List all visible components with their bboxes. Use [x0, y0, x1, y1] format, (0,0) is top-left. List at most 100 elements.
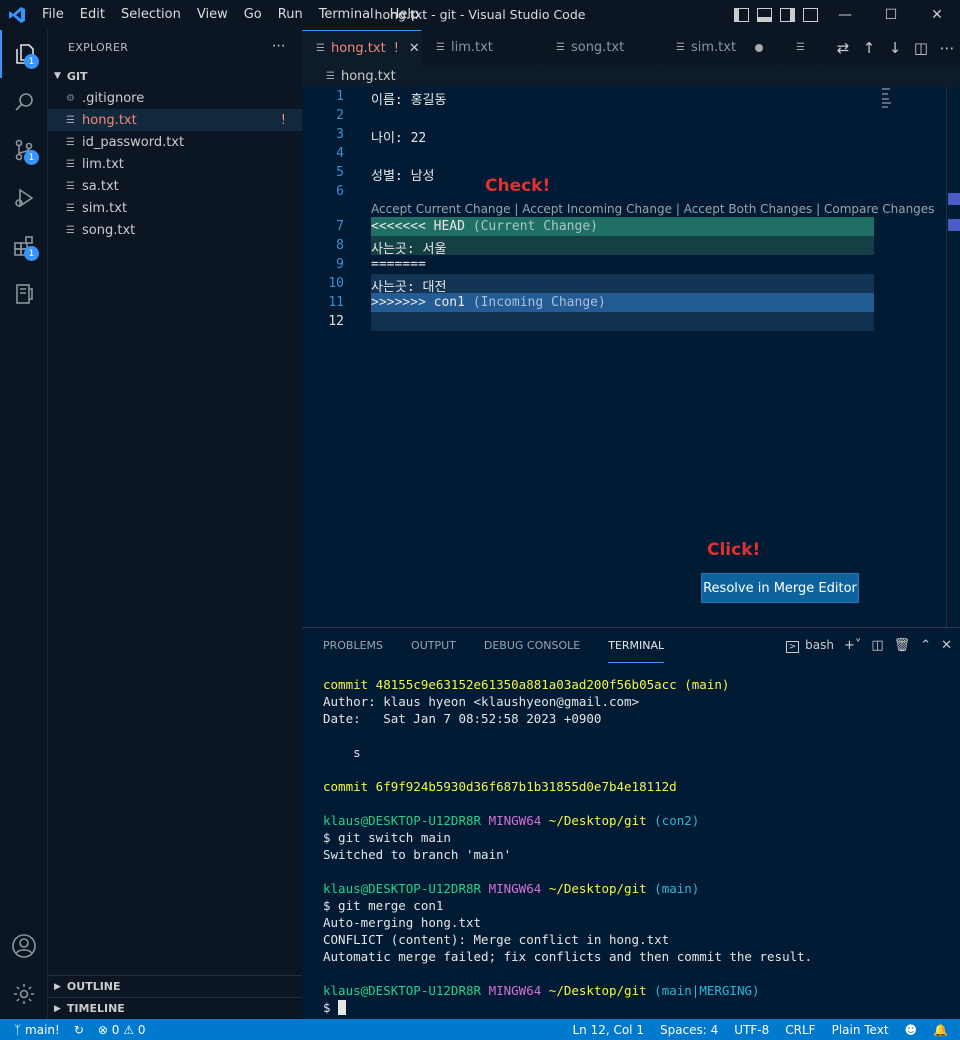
- branch-status[interactable]: ᛉ main!: [14, 1023, 60, 1037]
- open-changes-icon[interactable]: ⇄: [830, 39, 856, 57]
- sync-icon[interactable]: ↻: [74, 1023, 84, 1037]
- line-number: 11: [328, 295, 344, 310]
- terminal-prompt: $: [323, 1000, 331, 1015]
- new-terminal-icon[interactable]: +˅: [844, 638, 861, 653]
- problems-status[interactable]: ⊗ 0 ⚠ 0: [98, 1023, 146, 1037]
- toggle-sidebar-icon[interactable]: [734, 8, 749, 22]
- terminal-text: (main): [684, 677, 730, 692]
- timeline-section[interactable]: ▶ TIMELINE: [48, 997, 302, 1019]
- accept-incoming-link[interactable]: Accept Incoming Change: [522, 202, 672, 216]
- feedback-icon[interactable]: ☻: [905, 1023, 918, 1037]
- more-actions-icon[interactable]: ⋯: [272, 38, 286, 54]
- notifications-bell-icon[interactable]: 🔔: [933, 1023, 948, 1037]
- explorer-header: EXPLORER ⋯: [48, 30, 302, 65]
- cursor-position[interactable]: Ln 12, Col 1: [572, 1023, 644, 1037]
- file-sim[interactable]: ☰ sim.txt: [48, 197, 302, 219]
- codelens-sep: |: [672, 202, 684, 216]
- chevron-right-icon: ▶: [54, 1003, 61, 1014]
- line-number: 1: [336, 89, 344, 104]
- tab-terminal[interactable]: TERMINAL: [608, 628, 665, 663]
- search-icon[interactable]: [0, 78, 48, 126]
- conflict-marker: !: [280, 112, 286, 128]
- conflict-marker-text: >>>>>>> con1: [371, 295, 465, 310]
- menu-help[interactable]: Help: [382, 0, 428, 30]
- file-lim[interactable]: ☰ lim.txt: [48, 153, 302, 175]
- file-icon: ☰: [676, 42, 685, 53]
- close-window-icon[interactable]: ✕: [914, 0, 960, 30]
- menu-go[interactable]: Go: [236, 0, 270, 30]
- terminal-branch: (con2): [654, 813, 700, 828]
- terminal-text: commit 6f9f924b5930d36f687b1b31855d0e7b4…: [323, 779, 677, 794]
- file-id-password[interactable]: ☰ id_password.txt: [48, 131, 302, 153]
- menu-selection[interactable]: Selection: [113, 0, 189, 30]
- line-number: 3: [336, 127, 344, 142]
- previous-conflict-icon[interactable]: ↑: [856, 39, 882, 57]
- source-control-icon[interactable]: 1: [0, 126, 48, 174]
- tab-lim[interactable]: ☰ lim.txt: [422, 30, 542, 65]
- explorer-icon[interactable]: 1: [0, 30, 48, 78]
- terminal-branch: (main|MERGING): [654, 983, 760, 998]
- file-gitignore[interactable]: ⚙ .gitignore: [48, 87, 302, 109]
- tab-song[interactable]: ☰ song.txt: [542, 30, 662, 65]
- menu-edit[interactable]: Edit: [72, 0, 113, 30]
- menu-terminal[interactable]: Terminal: [311, 0, 382, 30]
- window-controls: — ☐ ✕: [822, 0, 960, 30]
- menu-file[interactable]: File: [34, 0, 72, 30]
- toggle-panel-icon[interactable]: [757, 8, 772, 22]
- trash-icon[interactable]: 🗑: [894, 638, 911, 653]
- tab-output[interactable]: OUTPUT: [411, 628, 456, 663]
- menu-run[interactable]: Run: [270, 0, 311, 30]
- manage-gear-icon[interactable]: [0, 970, 48, 1018]
- current-change-note: (Current Change): [472, 219, 598, 234]
- next-conflict-icon[interactable]: ↓: [882, 39, 908, 57]
- extensions-icon[interactable]: 1: [0, 222, 48, 270]
- file-sa[interactable]: ☰ sa.txt: [48, 175, 302, 197]
- split-editor-icon[interactable]: ◫: [908, 39, 934, 57]
- encoding[interactable]: UTF-8: [734, 1023, 769, 1037]
- breadcrumb-file[interactable]: hong.txt: [341, 69, 396, 84]
- file-song[interactable]: ☰ song.txt: [48, 219, 302, 241]
- more-actions-icon[interactable]: ⋯: [934, 39, 960, 57]
- language-mode[interactable]: Plain Text: [832, 1023, 889, 1037]
- customize-layout-icon[interactable]: [803, 8, 818, 22]
- accept-current-link[interactable]: Accept Current Change: [371, 202, 511, 216]
- folder-git[interactable]: ▼ GIT: [48, 65, 302, 87]
- editor-scrollbar[interactable]: [946, 87, 960, 627]
- tab-hong[interactable]: ☰ hong.txt ! ✕: [302, 30, 422, 65]
- terminal-shell-selector[interactable]: > bash: [785, 638, 834, 653]
- file-label: hong.txt: [82, 112, 137, 128]
- file-hong[interactable]: ☰ hong.txt !: [48, 109, 302, 131]
- accept-both-link[interactable]: Accept Both Changes: [684, 202, 813, 216]
- maximize-panel-icon[interactable]: ⌃: [920, 638, 931, 653]
- split-terminal-icon[interactable]: ◫: [871, 638, 883, 653]
- minimize-icon[interactable]: —: [822, 0, 868, 30]
- account-icon[interactable]: [0, 922, 48, 970]
- indentation[interactable]: Spaces: 4: [660, 1023, 718, 1037]
- terminal-text: $ git merge con1: [323, 898, 444, 913]
- code-line: 나이: 22: [371, 131, 427, 146]
- tab-problems[interactable]: PROBLEMS: [323, 628, 383, 663]
- menu-view[interactable]: View: [189, 0, 236, 30]
- terminal-output[interactable]: commit 48155c9e63152e61350a881a03ad200f5…: [323, 676, 812, 1016]
- terminal-text: $ git switch main: [323, 830, 451, 845]
- line-number: 5: [336, 165, 344, 180]
- toggle-secondary-sidebar-icon[interactable]: [780, 8, 795, 22]
- tab-sim[interactable]: ☰ sim.txt: [662, 30, 782, 65]
- maximize-icon[interactable]: ☐: [868, 0, 914, 30]
- minimap[interactable]: [882, 87, 894, 109]
- terminal-user: klaus@DESKTOP-U12DR8R: [323, 813, 482, 828]
- resolve-in-merge-editor-button[interactable]: Resolve in Merge Editor: [701, 573, 859, 603]
- vscode-logo-icon: [0, 0, 34, 30]
- close-tab-icon[interactable]: ✕: [409, 41, 420, 56]
- run-debug-icon[interactable]: [0, 174, 48, 222]
- code-line: >>>>>>> con1 (Incoming Change): [371, 295, 606, 310]
- terminal-text: Date: Sat Jan 7 08:52:58 2023 +0900: [323, 711, 602, 726]
- compare-changes-link[interactable]: Compare Changes: [824, 202, 934, 216]
- outline-section[interactable]: ▶ OUTLINE: [48, 975, 302, 997]
- tab-debug-console[interactable]: DEBUG CONSOLE: [484, 628, 580, 663]
- end-of-line[interactable]: CRLF: [785, 1023, 815, 1037]
- remote-explorer-icon[interactable]: [0, 270, 48, 318]
- tab-overflow[interactable]: ☰: [782, 30, 822, 65]
- close-panel-icon[interactable]: ✕: [941, 638, 952, 653]
- text-editor[interactable]: 1 이름: 홍길동 2 3 나이: 22 4 5 성별: 남성 6 Check!…: [302, 87, 960, 627]
